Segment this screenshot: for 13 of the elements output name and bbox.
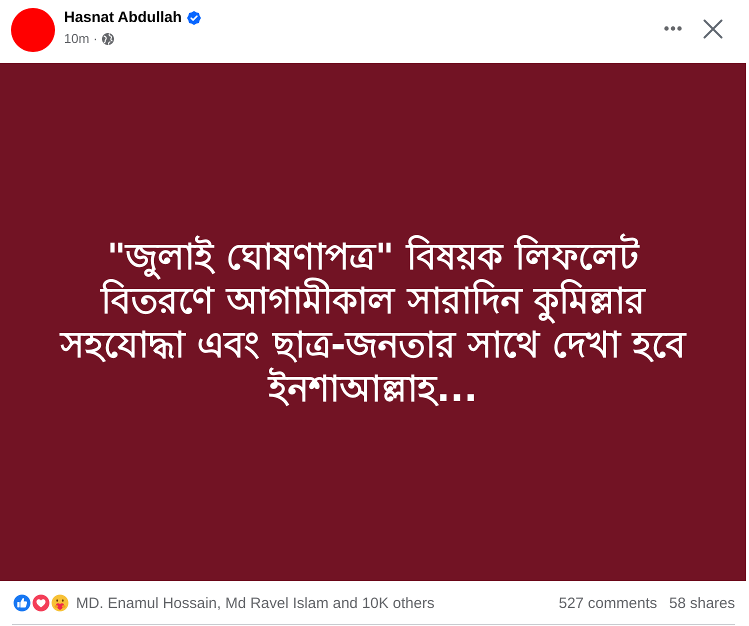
shares-count[interactable]: 58 shares — [669, 594, 735, 612]
avatar[interactable] — [11, 8, 55, 52]
close-icon — [703, 18, 723, 38]
reactions-summary[interactable]: MD. Enamul Hossain, Md Ravel Islam and 10K others — [76, 594, 559, 612]
comments-count[interactable]: 527 comments — [558, 594, 658, 612]
separator-dot: · — [93, 31, 98, 47]
like-icon[interactable] — [12, 593, 32, 613]
dots-icon — [664, 26, 682, 31]
post-text: "জুলাই ঘোষণাপত্র" বিষয়ক লিফলেট বিতরণে আগামীকাল সারাদিন কুমিল্লার সহযোদ্ধা এবং ছাত্র-জনতার সাথে দেখা হবে ইনশাআল্লাহ... — [53, 232, 693, 412]
author-name[interactable]: Hasnat Abdullah — [64, 9, 182, 27]
post-time[interactable]: 10m — [64, 31, 90, 47]
globe-icon[interactable] — [102, 33, 114, 45]
hug-emoji-icon[interactable] — [50, 593, 70, 613]
